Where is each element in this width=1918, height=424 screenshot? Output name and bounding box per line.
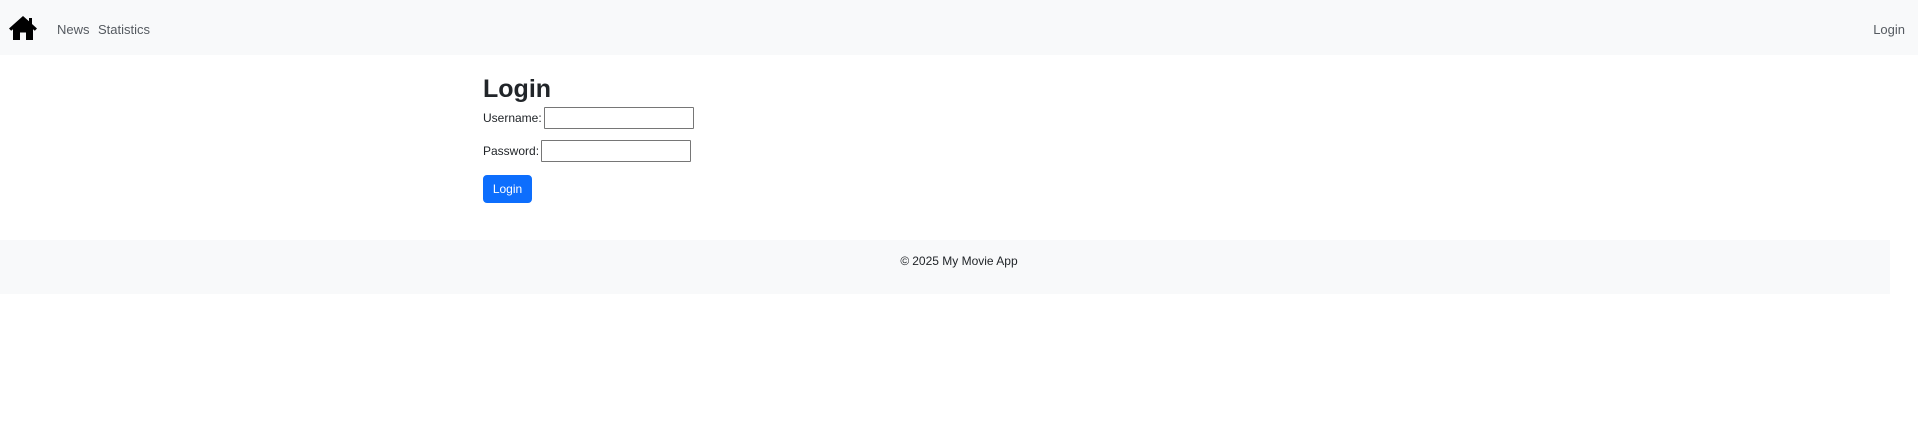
- nav-link-login[interactable]: Login: [1873, 22, 1905, 38]
- copyright-symbol: ©: [900, 254, 910, 268]
- password-row: Password:: [483, 140, 692, 162]
- password-input[interactable]: [541, 140, 692, 162]
- top-navbar: News Statistics Login: [0, 0, 1918, 55]
- login-submit-button[interactable]: Login: [483, 175, 532, 203]
- password-label: Password:: [483, 144, 540, 158]
- house-icon: [9, 16, 37, 40]
- page-title: Login: [483, 75, 552, 103]
- footer-copyright: © 2025 My Movie App: [0, 254, 1918, 268]
- footer-text: 2025 My Movie App: [912, 254, 1018, 268]
- username-label: Username:: [483, 111, 542, 125]
- footer: © 2025 My Movie App: [0, 240, 1890, 294]
- username-input[interactable]: [543, 107, 694, 129]
- username-row: Username:: [483, 107, 694, 129]
- nav-link-news[interactable]: News: [57, 22, 90, 38]
- nav-link-statistics[interactable]: Statistics: [98, 22, 150, 38]
- home-link[interactable]: [8, 15, 38, 41]
